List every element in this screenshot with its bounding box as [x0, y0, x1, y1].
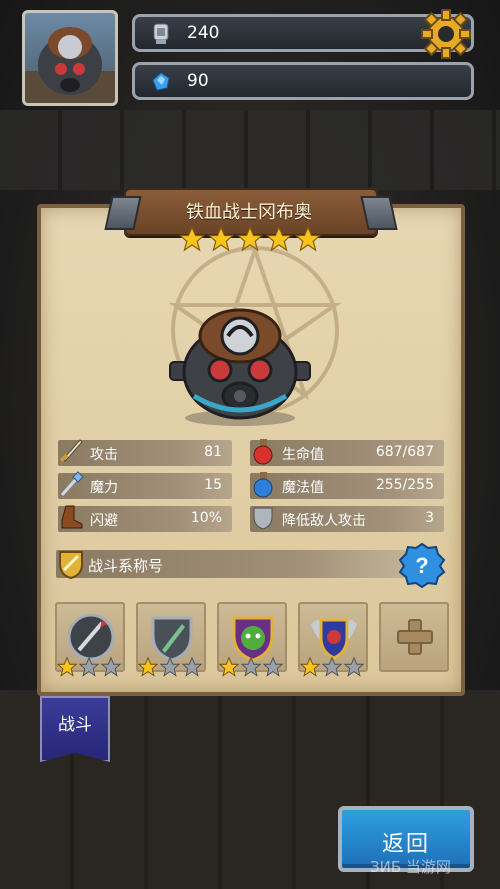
red-potion-icon [253, 439, 273, 465]
magic-staff-icon [60, 471, 84, 496]
hero-avatar[interactable] [22, 10, 118, 106]
gray-star-icon [321, 656, 343, 677]
stat-mp: 魔法值 255/255 [250, 472, 444, 499]
shield-icon [253, 507, 273, 530]
skill-1-stars [56, 656, 122, 678]
stat-value: 81 [204, 444, 222, 460]
stat-value: 3 [425, 510, 434, 526]
sword-icon [59, 439, 83, 463]
watermark: ЗИБ 当游网 [370, 858, 451, 876]
stat-attack: 攻击 81 [58, 439, 232, 466]
plus-icon [397, 619, 433, 655]
stat-value: 10% [190, 510, 222, 526]
gray-star-icon [181, 656, 203, 677]
gold-shield-icon [59, 551, 83, 580]
skill-2-stars [137, 656, 203, 678]
hero-portrait-icon [25, 27, 115, 103]
silver-trophy-icon [153, 23, 169, 44]
stat-label: 攻击 [90, 447, 118, 463]
stat-dodge: 闪避 10% [58, 505, 232, 532]
gold-star-icon [218, 656, 240, 677]
skill-4-stars [299, 656, 365, 678]
stat-label: 生命值 [282, 447, 324, 463]
hero-portrait-icon [169, 308, 311, 426]
gear-icon[interactable] [420, 8, 472, 60]
boot-icon [61, 505, 83, 529]
skill-3-stars [218, 656, 284, 678]
question-mark-icon[interactable]: ? [398, 542, 446, 588]
gold-star-icon [56, 656, 78, 677]
stat-value: 255/255 [375, 477, 434, 493]
back-button-label: 返回 [381, 832, 430, 857]
stat-magic: 魔力 15 [58, 471, 232, 499]
gray-star-icon [78, 656, 100, 677]
gray-star-icon [343, 656, 365, 677]
gray-star-icon [262, 656, 284, 677]
stat-reduce-enemy-attack: 降低敌人攻击 3 [250, 506, 444, 532]
stat-label: 闪避 [90, 513, 118, 529]
gray-star-icon [240, 656, 262, 677]
skill-slot-add[interactable] [379, 602, 449, 672]
stat-value: 687/687 [375, 444, 434, 460]
gold-star-icon [137, 656, 159, 677]
svg-text:?: ? [415, 553, 428, 578]
hero-name: 铁血战士冈布奥 [186, 202, 312, 223]
stat-hp: 生命值 687/687 [250, 439, 444, 466]
gray-star-icon [100, 656, 122, 677]
stat-value: 15 [204, 477, 222, 493]
gem-bar: 90 [132, 62, 474, 100]
combat-title-label: 战斗系称号 [88, 557, 164, 575]
stat-label: 魔力 [90, 480, 118, 496]
stat-label: 魔法值 [282, 480, 324, 496]
dungeon-wall [0, 110, 500, 190]
battle-tab-label: 战斗 [58, 715, 92, 735]
combat-title-bar[interactable]: 战斗系称号 [56, 550, 406, 580]
gold-star-icon [299, 656, 321, 677]
blue-potion-icon [253, 472, 273, 498]
blue-crystal-icon [152, 72, 170, 91]
battle-tab[interactable]: 战斗 [40, 696, 110, 762]
trophy-value: 240 [187, 23, 220, 43]
gray-star-icon [159, 656, 181, 677]
stat-label: 降低敌人攻击 [282, 513, 366, 529]
gem-value: 90 [187, 71, 209, 91]
